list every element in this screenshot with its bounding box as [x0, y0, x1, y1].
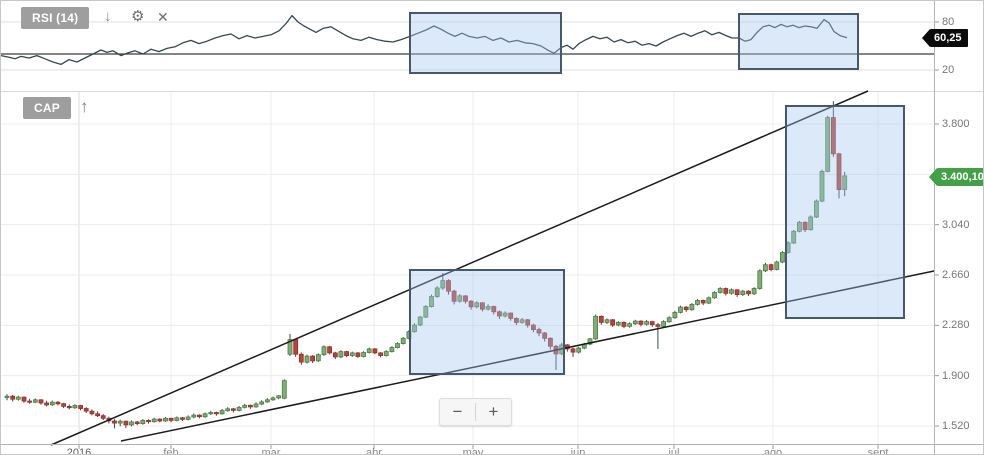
highlight-box[interactable] [738, 13, 859, 70]
chart-canvas[interactable] [1, 1, 984, 455]
arrow-up-icon: ↑ [80, 97, 89, 116]
rsi-axis-label: 20 [942, 64, 955, 76]
time-axis-label: jun [570, 447, 586, 455]
highlight-box[interactable] [409, 12, 562, 74]
zoom-out-button[interactable]: − [440, 399, 475, 425]
trading-chart-window: RSI (14) ↓ ⚙ ✕ 60,25 CAP ↑ 3.400,10 3.80… [0, 0, 984, 455]
price-axis-label: 3.800 [942, 118, 970, 130]
time-axis-label: feb [163, 447, 179, 455]
time-axis-label: jul [668, 447, 680, 455]
time-axis-label: may [462, 447, 484, 455]
time-axis-label: abr [366, 447, 382, 455]
gear-icon[interactable]: ⚙ [131, 9, 144, 24]
zoom-in-button[interactable]: + [476, 399, 511, 425]
rsi-value-tag: 60,25 [922, 29, 968, 47]
price-axis-label: 1.520 [942, 420, 970, 432]
last-price-tag: 3.400,10 [929, 167, 983, 186]
time-axis-label: sept [867, 447, 889, 455]
zoom-controls: − + [439, 398, 512, 426]
rsi-axis-label: 80 [942, 16, 955, 28]
symbol-badge[interactable]: CAP [23, 97, 71, 119]
price-axis-label: 1.900 [942, 369, 970, 382]
rsi-indicator-badge[interactable]: RSI (14) [21, 7, 90, 29]
time-axis-label: 2016 [66, 447, 92, 455]
highlight-box[interactable] [409, 269, 565, 375]
time-axis-label: ago [763, 447, 783, 455]
price-axis-label: 3.040 [942, 218, 970, 231]
close-icon[interactable]: ✕ [157, 10, 169, 24]
price-axis-label: 2.280 [942, 319, 970, 332]
trendline[interactable] [50, 90, 869, 446]
time-axis-label: mar [261, 447, 281, 455]
highlight-box[interactable] [785, 105, 905, 319]
price-axis-label: 2.660 [942, 269, 970, 281]
collapse-indicator-icon[interactable]: ↓ [104, 9, 112, 24]
candlestick-series [4, 101, 848, 429]
